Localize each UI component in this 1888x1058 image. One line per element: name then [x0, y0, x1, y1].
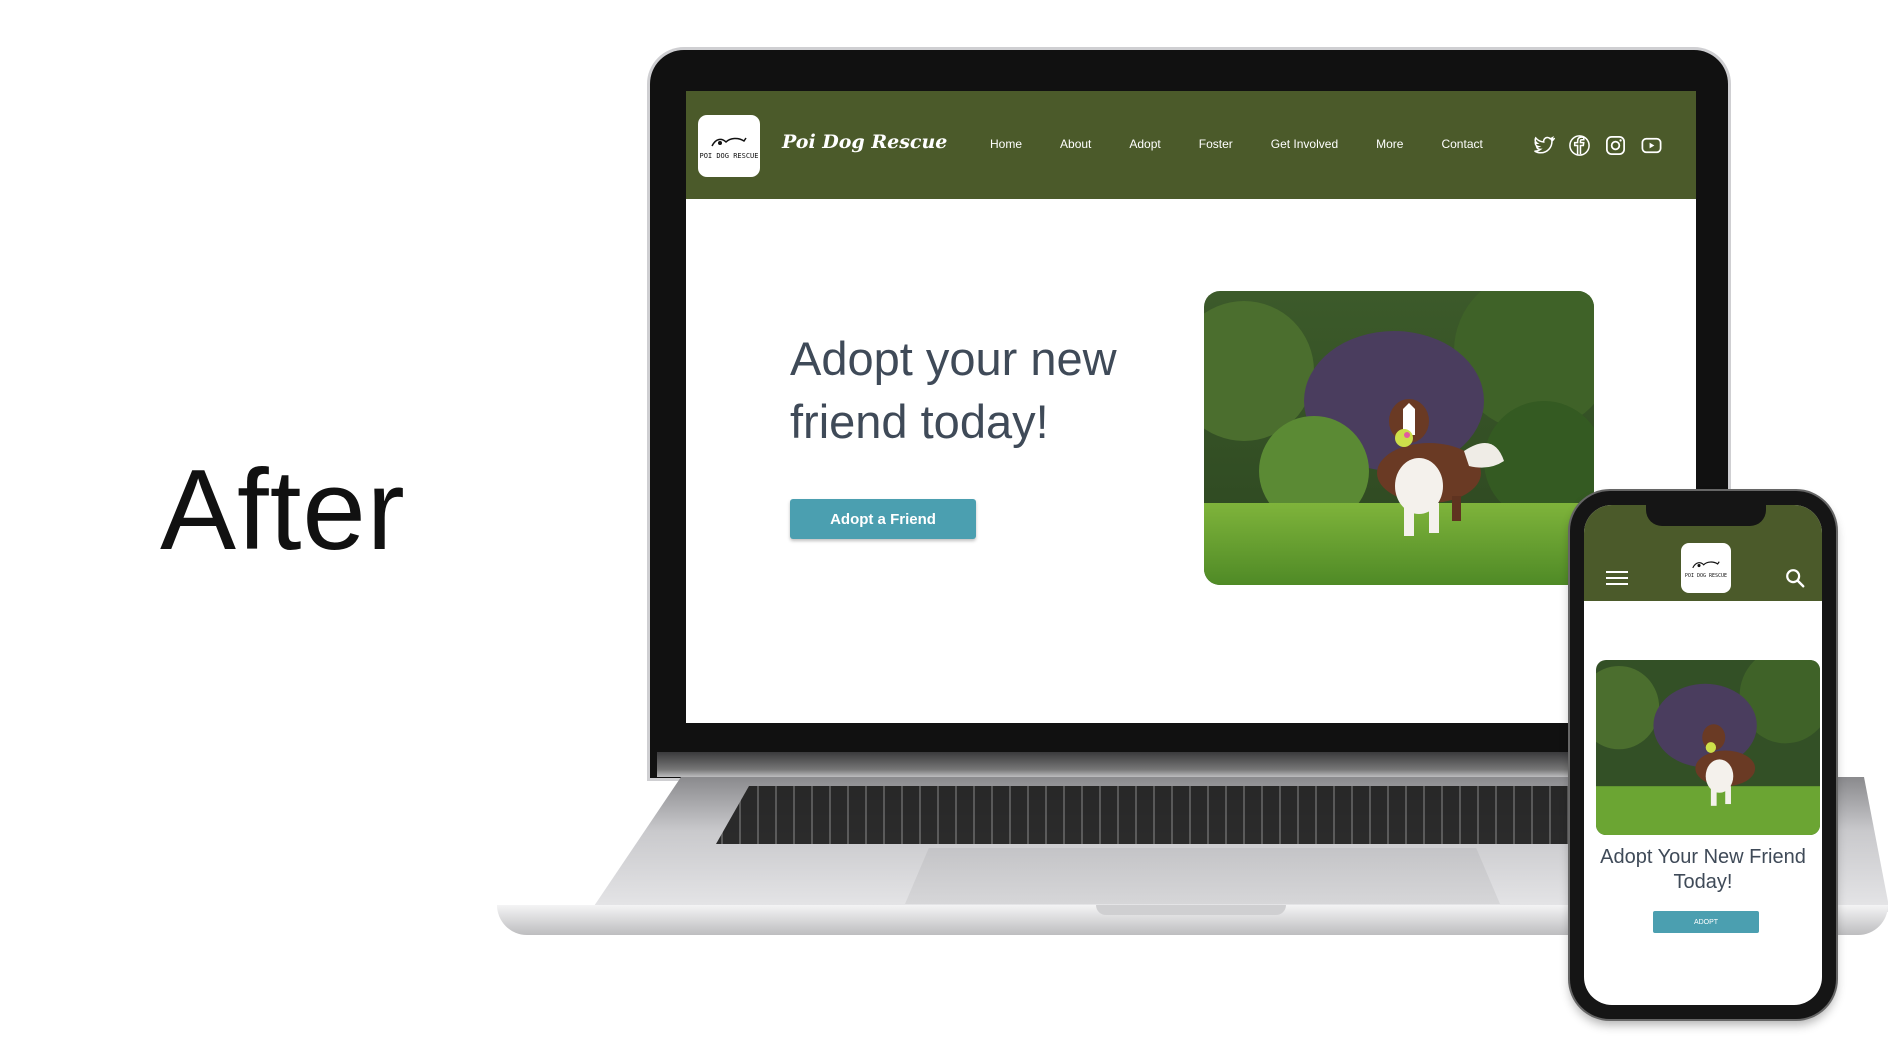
hamburger-menu-icon[interactable]	[1606, 571, 1628, 589]
instagram-icon[interactable]	[1604, 134, 1627, 157]
search-icon[interactable]	[1784, 567, 1806, 589]
site-logo[interactable]: POI DOG RESCUE	[698, 115, 760, 177]
mobile-dog-photo-illustration	[1596, 660, 1820, 835]
twitter-icon[interactable]	[1532, 134, 1555, 157]
social-links	[1532, 134, 1663, 157]
mobile-logo[interactable]: POI DOG RESCUE	[1681, 543, 1731, 593]
hero-dog-photo	[1204, 291, 1594, 585]
after-label: After	[160, 447, 406, 574]
dog-photo-illustration	[1204, 291, 1594, 585]
mobile-site: POI DOG RESCUE Adopt Your New Friend Tod…	[1584, 505, 1822, 1005]
dog-logo-icon	[711, 137, 747, 146]
nav-get-involved[interactable]: Get Involved	[1271, 137, 1338, 151]
brand-name[interactable]: Poi Dog Rescue	[782, 131, 947, 153]
facebook-icon[interactable]	[1568, 134, 1591, 157]
laptop-opening-notch	[1096, 905, 1286, 915]
nav-adopt[interactable]: Adopt	[1129, 137, 1160, 151]
desktop-navbar: POI DOG RESCUE Poi Dog Rescue Home About…	[686, 91, 1696, 199]
nav-more[interactable]: More	[1376, 137, 1403, 151]
mobile-dog-logo-icon	[1692, 561, 1720, 568]
hero-title: Adopt your new friend today!	[790, 332, 1117, 448]
nav-contact[interactable]: Contact	[1441, 137, 1482, 151]
youtube-icon[interactable]	[1640, 134, 1663, 157]
logo-mark: POI DOG RESCUE	[699, 132, 759, 161]
nav-links: Home About Adopt Foster Get Involved Mor…	[990, 137, 1521, 151]
laptop-trackpad	[905, 848, 1500, 904]
desktop-site: POI DOG RESCUE Poi Dog Rescue Home About…	[686, 91, 1696, 723]
mobile-hero-title: Adopt Your New Friend Today!	[1600, 846, 1806, 893]
logo-text: POI DOG RESCUE	[699, 152, 759, 160]
nav-foster[interactable]: Foster	[1199, 137, 1233, 151]
mobile-adopt-button[interactable]: ADOPT	[1653, 911, 1759, 933]
mobile-logo-text: POI DOG RESCUE	[1684, 573, 1728, 580]
mobile-dog-photo	[1596, 660, 1820, 835]
mobile-logo-mark: POI DOG RESCUE	[1685, 557, 1727, 579]
laptop-hinge	[657, 752, 1721, 777]
nav-about[interactable]: About	[1060, 137, 1091, 151]
nav-home[interactable]: Home	[990, 137, 1022, 151]
phone-notch	[1646, 496, 1766, 526]
adopt-a-friend-button[interactable]: Adopt a Friend	[790, 499, 976, 539]
